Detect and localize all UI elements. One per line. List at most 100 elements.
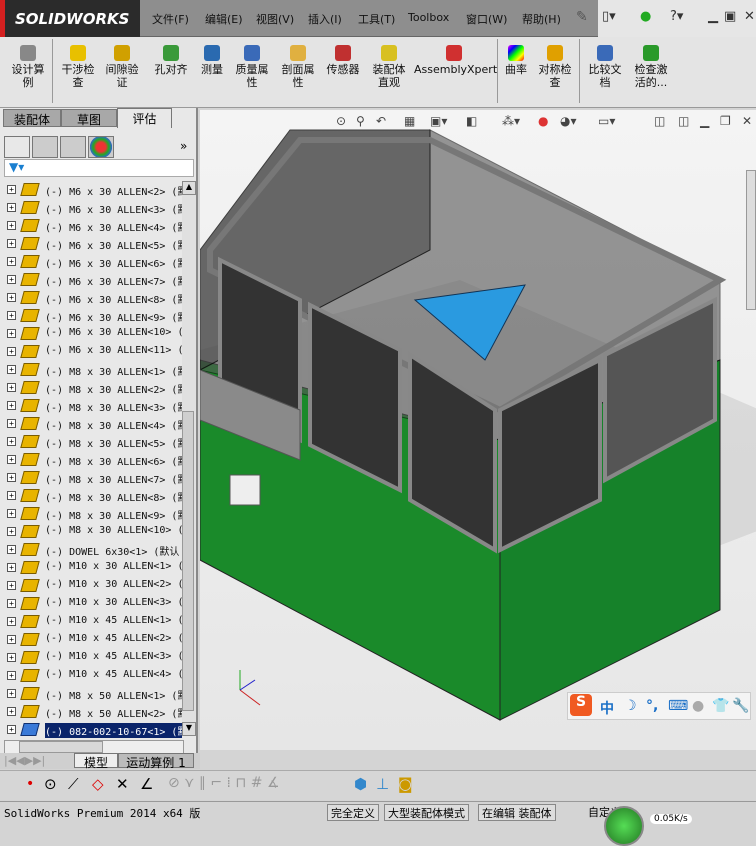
sogou-logo-icon[interactable]: S <box>570 694 592 716</box>
hide-show-icon[interactable]: ⁂▾ <box>502 114 520 128</box>
tab-evaluate[interactable]: 评估 <box>117 108 172 128</box>
expand-icon[interactable]: » <box>180 139 187 153</box>
tree-item[interactable]: + (-) M8 x 30 ALLEN<4> (默 <box>0 415 182 433</box>
previous-view-icon[interactable]: ↶ <box>376 114 386 128</box>
compare-documents-button[interactable]: 比较文档 <box>584 45 626 89</box>
property-manager-tab-icon[interactable] <box>32 136 58 158</box>
cube-icon[interactable]: ⬢ <box>354 775 367 793</box>
expand-toggle-icon[interactable]: + <box>7 671 16 680</box>
task-pane-tabs[interactable] <box>746 170 756 310</box>
menu-insert[interactable]: 插入(I) <box>308 11 342 27</box>
expand-toggle-icon[interactable]: + <box>7 509 16 518</box>
expand-toggle-icon[interactable]: + <box>7 599 16 608</box>
menu-window[interactable]: 窗口(W) <box>466 11 507 27</box>
moon-icon[interactable]: ☽ <box>624 698 637 714</box>
section-properties-button[interactable]: 剖面属性 <box>278 45 318 89</box>
edit-appearance-icon[interactable]: ● <box>538 114 548 128</box>
tree-item[interactable]: + (-) M6 x 30 ALLEN<10> ( <box>0 325 182 343</box>
tree-item[interactable]: + (-) M6 x 30 ALLEN<9> (默 <box>0 307 182 325</box>
section-view-icon[interactable]: ▦ <box>404 114 415 128</box>
sensor-button[interactable]: 传感器 <box>322 45 364 76</box>
expand-toggle-icon[interactable]: + <box>7 293 16 302</box>
viewport-right-icon[interactable]: ◫ <box>678 114 689 128</box>
filter-box[interactable]: ▼▾ <box>4 159 194 177</box>
tree-item[interactable]: + (-) M8 x 50 ALLEN<1> (默 <box>0 685 182 703</box>
tab-model[interactable]: 模型 <box>74 753 118 770</box>
tab-assembly[interactable]: 装配体 <box>3 109 61 127</box>
configuration-manager-tab-icon[interactable] <box>60 136 86 158</box>
viewport-restore-icon[interactable]: ❐ <box>720 114 731 128</box>
traffic-light-icon[interactable]: ● <box>640 9 651 24</box>
menu-edit[interactable]: 编辑(E) <box>205 11 243 27</box>
assembly-visualization-button[interactable]: 装配体直观 <box>368 45 410 89</box>
expand-toggle-icon[interactable]: + <box>7 419 16 428</box>
zoom-area-icon[interactable]: ⚲ <box>356 114 365 128</box>
tab-motion-study[interactable]: 运动算例 1 <box>118 753 194 770</box>
pin-icon[interactable]: ✎ <box>576 9 588 25</box>
curvature-button[interactable]: 曲率 <box>502 45 530 76</box>
symmetry-check-button[interactable]: 对称检查 <box>534 45 576 89</box>
tree-item[interactable]: + (-) M10 x 45 ALLEN<4> ( <box>0 667 182 685</box>
assemblyxpert-button[interactable]: AssemblyXpert <box>414 45 497 76</box>
viewport-left-icon[interactable]: ◫ <box>654 114 665 128</box>
net-monitor-ball[interactable] <box>604 806 644 846</box>
graphics-area[interactable]: ⊙ ⚲ ↶ ▦ ▣▾ ◧ ⁂▾ ● ◕▾ ▭▾ ◫ ◫ ▁ ❐ ✕ <box>198 110 756 750</box>
tree-item[interactable]: + (-) M6 x 30 ALLEN<3> (默 <box>0 199 182 217</box>
skin-icon[interactable]: 👕 <box>712 698 729 714</box>
horizontal-scrollbar[interactable] <box>4 740 184 754</box>
scroll-up-icon[interactable]: ▲ <box>182 181 196 195</box>
display-style-icon[interactable]: ◧ <box>466 114 477 128</box>
tree-item[interactable]: + (-) M6 x 30 ALLEN<7> (默 <box>0 271 182 289</box>
expand-toggle-icon[interactable]: + <box>7 311 16 320</box>
tree-item[interactable]: + (-) M6 x 30 ALLEN<6> (默 <box>0 253 182 271</box>
expand-toggle-icon[interactable]: + <box>7 185 16 194</box>
clearance-verify-button[interactable]: 间隙验证 <box>104 45 140 89</box>
expand-toggle-icon[interactable]: + <box>7 239 16 248</box>
display-manager-tab-icon[interactable] <box>88 136 114 158</box>
expand-toggle-icon[interactable]: + <box>7 401 16 410</box>
line-icon[interactable]: ⟋ <box>68 775 79 793</box>
tree-item[interactable]: + (-) DOWEL 6x30<1> (默认 <box>0 541 182 559</box>
expand-toggle-icon[interactable]: + <box>7 347 16 356</box>
scroll-thumb[interactable] <box>182 411 194 711</box>
expand-toggle-icon[interactable]: + <box>7 581 16 590</box>
expand-toggle-icon[interactable]: + <box>7 221 16 230</box>
center-icon[interactable]: ⊙ <box>44 775 57 793</box>
punctuation-icon[interactable]: °, <box>646 698 658 714</box>
tree-item[interactable]: + (-) M10 x 30 ALLEN<1> ( <box>0 559 182 577</box>
angle-icon[interactable]: ∠ <box>140 775 153 793</box>
scroll-down-icon[interactable]: ▼ <box>182 722 196 736</box>
tree-item[interactable]: + (-) M8 x 30 ALLEN<9> (默 <box>0 505 182 523</box>
menu-toolbox[interactable]: Toolbox <box>408 11 449 24</box>
expand-toggle-icon[interactable]: + <box>7 365 16 374</box>
expand-toggle-icon[interactable]: + <box>7 203 16 212</box>
solidworks-logo[interactable]: SOLIDWORKS <box>0 0 140 37</box>
plane-normal-icon[interactable]: ⊥ <box>376 775 389 793</box>
tree-item[interactable]: + (-) M8 x 30 ALLEN<5> (默 <box>0 433 182 451</box>
expand-toggle-icon[interactable]: + <box>7 473 16 482</box>
tape-measure-icon[interactable]: ◙ <box>398 775 413 793</box>
viewport-minimize-icon[interactable]: ▁ <box>700 114 709 128</box>
restore-icon[interactable]: ▣ <box>724 9 736 24</box>
menu-help[interactable]: 帮助(H) <box>522 11 561 27</box>
new-document-icon[interactable]: ▯▾ <box>602 9 616 24</box>
view-orientation-icon[interactable]: ▣▾ <box>430 114 447 128</box>
tree-item[interactable]: + (-) M10 x 45 ALLEN<1> ( <box>0 613 182 631</box>
tree-item[interactable]: + (-) M10 x 30 ALLEN<2> ( <box>0 577 182 595</box>
check-active-button[interactable]: 检查激活的... <box>630 45 672 89</box>
tree-item[interactable]: + (-) M6 x 30 ALLEN<4> (默 <box>0 217 182 235</box>
tree-item[interactable]: + (-) 082-002-10-67<1> (默 <box>0 721 182 739</box>
hole-alignment-button[interactable]: 孔对齐 <box>150 45 192 76</box>
expand-toggle-icon[interactable]: + <box>7 545 16 554</box>
expand-toggle-icon[interactable]: + <box>7 527 16 536</box>
apply-scene-icon[interactable]: ◕▾ <box>560 114 577 128</box>
point-icon[interactable]: • <box>26 776 34 792</box>
settings-wrench-icon[interactable]: 🔧 <box>732 698 749 714</box>
expand-toggle-icon[interactable]: + <box>7 653 16 662</box>
expand-toggle-icon[interactable]: + <box>7 491 16 500</box>
tree-item[interactable]: + (-) M10 x 45 ALLEN<2> ( <box>0 631 182 649</box>
tree-item[interactable]: + (-) M8 x 50 ALLEN<2> (默 <box>0 703 182 721</box>
tab-nav-icons[interactable]: |◀◀▶▶| <box>4 754 45 767</box>
tree-item[interactable]: + (-) M8 x 30 ALLEN<2> (默 <box>0 379 182 397</box>
tree-item[interactable]: + (-) M6 x 30 ALLEN<2> (默 <box>0 181 182 199</box>
